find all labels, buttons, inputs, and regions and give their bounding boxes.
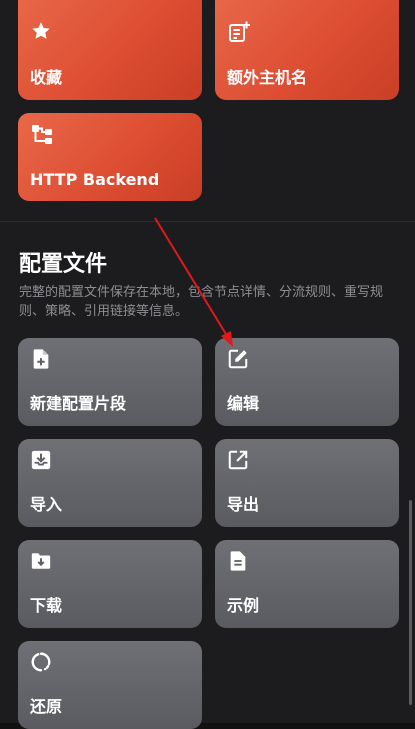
annotation-arrow [154,217,233,347]
